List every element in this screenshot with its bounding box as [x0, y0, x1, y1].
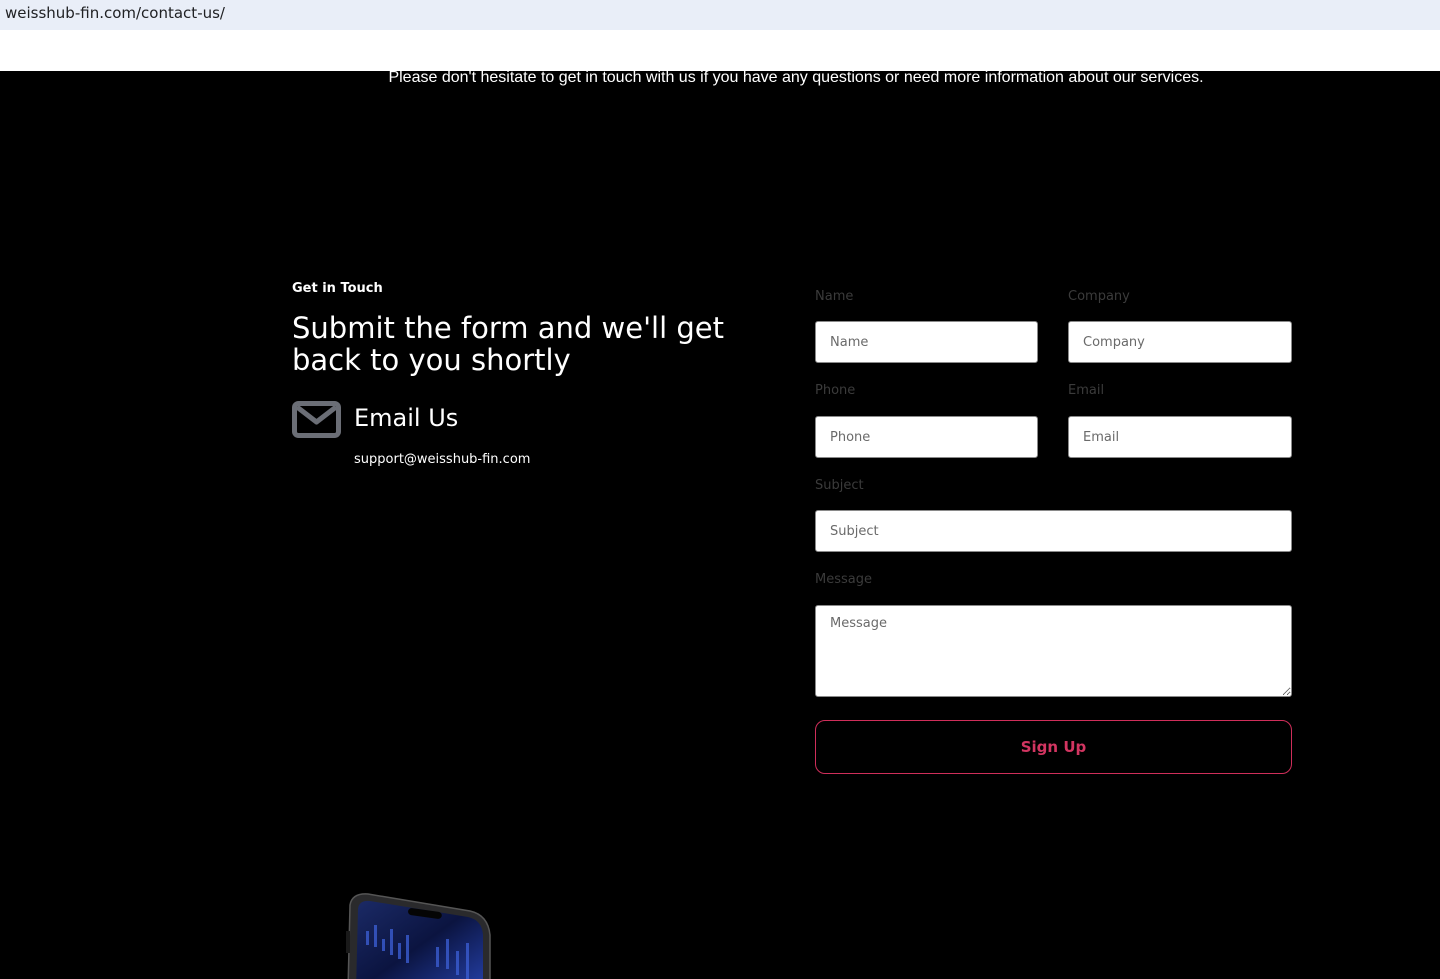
email-input[interactable] — [1068, 416, 1292, 458]
email-label: Email — [1068, 383, 1105, 398]
phone-input[interactable] — [815, 416, 1038, 458]
envelope-icon — [292, 401, 341, 438]
company-label: Company — [1068, 289, 1130, 304]
smartphone-image — [346, 891, 492, 979]
phone-label: Phone — [815, 383, 856, 398]
company-input[interactable] — [1068, 321, 1292, 363]
section-eyebrow: Get in Touch — [292, 281, 383, 296]
name-label: Name — [815, 289, 854, 304]
name-input[interactable] — [815, 321, 1038, 363]
message-textarea[interactable] — [815, 605, 1292, 697]
email-address[interactable]: support@weisshub-fin.com — [354, 452, 530, 467]
message-label: Message — [815, 572, 872, 587]
email-us-title: Email Us — [354, 404, 459, 432]
contact-page: Please don't hesitate to get in touch wi… — [0, 71, 1440, 979]
site-header-strip — [0, 30, 1440, 71]
intro-text: Please don't hesitate to get in touch wi… — [388, 71, 1204, 86]
browser-address-bar[interactable]: weisshub-fin.com/contact-us/ — [0, 0, 1440, 30]
url-text[interactable]: weisshub-fin.com/contact-us/ — [5, 4, 225, 22]
contact-headline: Submit the form and we'll get back to yo… — [292, 311, 724, 377]
subject-input[interactable] — [815, 510, 1292, 552]
sign-up-button[interactable]: Sign Up — [815, 720, 1292, 774]
subject-label: Subject — [815, 478, 864, 493]
